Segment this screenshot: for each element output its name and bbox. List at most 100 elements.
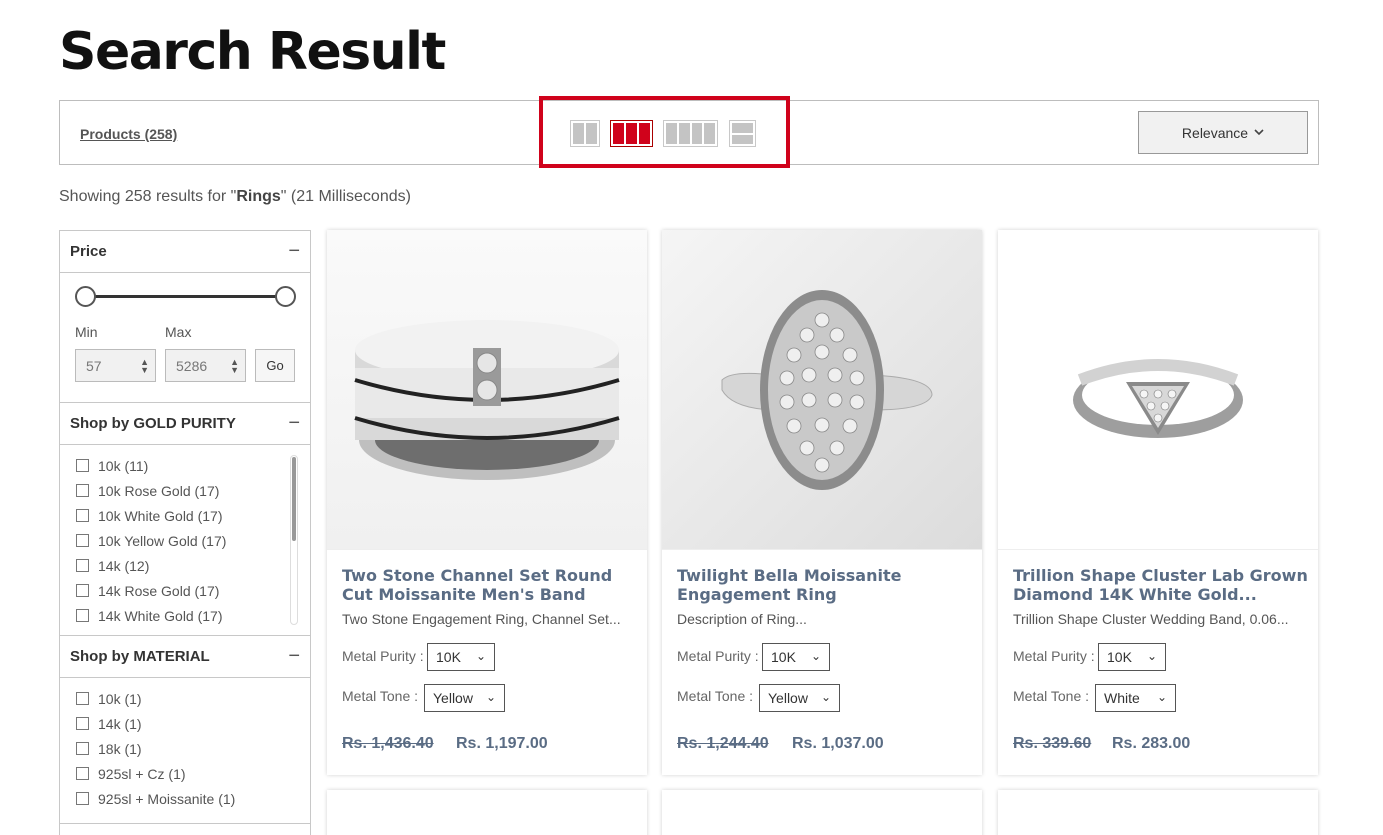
product-title[interactable]: Twilight Bella Moissanite Engagement Rin… xyxy=(677,566,972,604)
metal-purity-value: 10K xyxy=(771,649,796,665)
original-price: Rs. 1,436.40 xyxy=(342,735,434,752)
max-label: Max xyxy=(165,324,192,340)
go-button[interactable]: Go xyxy=(255,349,295,382)
chevron-down-icon: ⌄ xyxy=(475,649,486,663)
product-card[interactable] xyxy=(998,790,1318,835)
material-facet-header[interactable]: Shop by MATERIAL − xyxy=(60,636,310,678)
metal-purity-select[interactable]: 10K ⌄ xyxy=(1098,643,1166,671)
min-price-value: 57 xyxy=(86,357,102,374)
metal-tone-select[interactable]: Yellow ⌄ xyxy=(759,684,840,712)
results-toolbar: Products (258) Relevance xyxy=(59,96,1319,168)
grid-3-icon[interactable] xyxy=(610,120,653,147)
oval-cluster-ring-image xyxy=(721,290,933,490)
checkbox-icon[interactable] xyxy=(76,484,89,497)
product-card[interactable]: Trillion Shape Cluster Lab Grown Diamond… xyxy=(998,230,1318,775)
product-description: Trillion Shape Cluster Wedding Band, 0.0… xyxy=(1013,611,1289,627)
results-suffix: " (21 Milliseconds) xyxy=(280,188,411,205)
min-price-input[interactable]: 57 ▲ ▼ xyxy=(75,349,156,382)
checkbox-icon[interactable] xyxy=(76,559,89,572)
metal-tone-label: Metal Tone : xyxy=(342,688,419,704)
product-title[interactable]: Trillion Shape Cluster Lab Grown Diamond… xyxy=(1013,566,1308,604)
product-description: Description of Ring... xyxy=(677,611,807,627)
facet-item-label: 925sl + Cz (1) xyxy=(98,765,186,782)
facet-scrollbar[interactable] xyxy=(290,455,298,625)
price-max-handle[interactable] xyxy=(275,286,296,307)
price-facet-title: Price xyxy=(70,243,107,260)
gold-purity-facet-header[interactable]: Shop by GOLD PURITY − xyxy=(60,403,310,445)
list-icon[interactable] xyxy=(729,120,756,147)
material-list: 10k (1) 14k (1) 18k (1) 925sl + Cz (1) 9… xyxy=(60,678,310,824)
gold-purity-list: 10k (11) 10k Rose Gold (17) 10k White Go… xyxy=(60,445,310,636)
checkbox-icon[interactable] xyxy=(76,509,89,522)
facet-checkbox-item[interactable]: 10k Rose Gold (17) xyxy=(76,478,310,503)
chevron-down-icon xyxy=(1254,129,1264,136)
metal-tone-select[interactable]: Yellow ⌄ xyxy=(424,684,505,712)
product-image[interactable] xyxy=(998,230,1318,550)
product-image[interactable] xyxy=(327,230,647,550)
products-count-tab[interactable]: Products (258) xyxy=(80,126,177,142)
checkbox-icon[interactable] xyxy=(76,609,89,622)
collapse-icon[interactable]: − xyxy=(288,645,300,668)
facet-checkbox-item[interactable]: 14k Rose Gold (17) xyxy=(76,578,310,603)
price-facet-header[interactable]: Price − xyxy=(60,231,310,273)
metal-tone-value: Yellow xyxy=(768,690,808,706)
max-price-value: 5286 xyxy=(176,357,208,374)
metal-purity-select[interactable]: 10K ⌄ xyxy=(762,643,830,671)
stepper-icon[interactable]: ▲ ▼ xyxy=(230,358,239,375)
facet-item-label: 10k Rose Gold (17) xyxy=(98,482,220,499)
min-label: Min xyxy=(75,324,98,340)
price-slider-track[interactable] xyxy=(85,295,285,298)
facet-item-label: 10k Yellow Gold (17) xyxy=(98,532,227,549)
facet-checkbox-item[interactable]: 18k (1) xyxy=(76,736,310,761)
results-prefix: Showing 258 results for " xyxy=(59,188,237,205)
facet-checkbox-item[interactable]: 10k White Gold (17) xyxy=(76,503,310,528)
chevron-down-icon: ⌄ xyxy=(485,690,496,704)
max-price-input[interactable]: 5286 ▲ ▼ xyxy=(165,349,246,382)
grid-2-icon[interactable] xyxy=(570,120,600,147)
grid-4-icon[interactable] xyxy=(663,120,718,147)
product-card[interactable] xyxy=(327,790,647,835)
checkbox-icon[interactable] xyxy=(76,584,89,597)
scrollbar-thumb[interactable] xyxy=(292,457,296,541)
checkbox-icon[interactable] xyxy=(76,717,89,730)
facet-checkbox-item[interactable]: 925sl + Moissanite (1) xyxy=(76,786,310,811)
facet-checkbox-item[interactable]: 14k (1) xyxy=(76,711,310,736)
facet-checkbox-item[interactable]: 925sl + Cz (1) xyxy=(76,761,310,786)
metal-purity-label: Metal Purity : xyxy=(1013,648,1095,664)
checkbox-icon[interactable] xyxy=(76,459,89,472)
filter-sidebar: Price − Min Max 57 ▲ ▼ 5286 ▲ ▼ Go Shop by… xyxy=(59,230,311,835)
sale-price: Rs. 283.00 xyxy=(1112,735,1191,752)
sort-dropdown[interactable]: Relevance xyxy=(1138,111,1308,154)
checkbox-icon[interactable] xyxy=(76,792,89,805)
checkbox-icon[interactable] xyxy=(76,534,89,547)
facet-checkbox-item[interactable]: 14k (12) xyxy=(76,553,310,578)
metal-tone-label: Metal Tone : xyxy=(1013,688,1090,704)
checkbox-icon[interactable] xyxy=(76,692,89,705)
facet-checkbox-item[interactable]: 14k White Gold (17) xyxy=(76,603,310,628)
metal-tone-label: Metal Tone : xyxy=(677,688,754,704)
product-card[interactable] xyxy=(662,790,982,835)
product-card[interactable]: Two Stone Channel Set Round Cut Moissani… xyxy=(327,230,647,775)
sort-label: Relevance xyxy=(1181,124,1249,141)
checkbox-icon[interactable] xyxy=(76,742,89,755)
checkbox-icon[interactable] xyxy=(76,767,89,780)
metal-purity-label: Metal Purity : xyxy=(342,648,424,664)
stepper-icon[interactable]: ▲ ▼ xyxy=(140,358,149,375)
facet-checkbox-item[interactable]: 10k Yellow Gold (17) xyxy=(76,528,310,553)
metal-tone-value: White xyxy=(1104,690,1140,706)
metal-purity-select[interactable]: 10K ⌄ xyxy=(427,643,495,671)
metal-tone-select[interactable]: White ⌄ xyxy=(1095,684,1176,712)
product-image[interactable] xyxy=(662,230,982,550)
facet-checkbox-item[interactable]: 10k (11) xyxy=(76,453,310,478)
product-card[interactable]: Twilight Bella Moissanite Engagement Rin… xyxy=(662,230,982,775)
product-title[interactable]: Two Stone Channel Set Round Cut Moissani… xyxy=(342,566,637,604)
original-price: Rs. 1,244.40 xyxy=(677,735,769,752)
facet-item-label: 18k (1) xyxy=(98,740,142,757)
collapse-icon[interactable]: − xyxy=(288,240,300,263)
facet-item-label: 10k White Gold (17) xyxy=(98,507,223,524)
price-min-handle[interactable] xyxy=(75,286,96,307)
facet-item-label: 925sl + Moissanite (1) xyxy=(98,790,236,807)
facet-checkbox-item[interactable]: 10k (1) xyxy=(76,686,310,711)
collapse-icon[interactable]: − xyxy=(288,412,300,435)
sale-price: Rs. 1,197.00 xyxy=(456,735,548,752)
